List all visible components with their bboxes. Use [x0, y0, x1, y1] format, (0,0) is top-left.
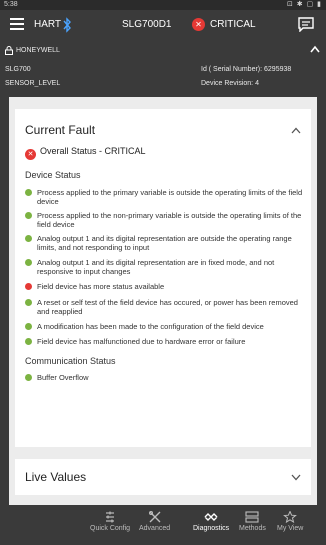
nav-label: Advanced — [139, 525, 171, 532]
current-fault-card: Current Fault ✕ Overall Status - CRITICAL… — [15, 109, 311, 447]
status-item: Buffer Overflow — [25, 373, 305, 382]
status-icons: ⊡ ✱ ▢ ▮ — [286, 1, 322, 8]
current-fault-title: Current Fault — [25, 123, 96, 137]
collapse-icon[interactable] — [310, 45, 320, 53]
check-icon — [25, 235, 32, 242]
chevron-down-icon[interactable] — [291, 474, 301, 481]
overall-status-text: Overall Status - CRITICAL — [40, 146, 146, 156]
nav-label: Methods — [239, 525, 266, 532]
device-status-heading: Device Status — [25, 170, 81, 180]
nav-label: Quick Config — [90, 525, 131, 532]
tools-icon — [148, 511, 161, 523]
critical-icon: ✕ — [25, 149, 36, 160]
star-icon — [283, 511, 298, 523]
status-bar: 5:38 ⊡ ✱ ▢ ▮ — [0, 0, 326, 10]
status-item: Field device has more status available — [25, 282, 305, 291]
vendor-name: HONEYWELL — [16, 47, 60, 54]
status-item: Process applied to the non-primary varia… — [25, 211, 305, 229]
live-values-card[interactable]: Live Values — [15, 459, 311, 495]
chat-icon[interactable] — [298, 17, 314, 32]
status-item: Process applied to the primary variable … — [25, 188, 305, 206]
status-item: Analog output 1 and its digital represen… — [25, 234, 305, 252]
check-icon — [25, 189, 32, 196]
status-item: Analog output 1 and its digital represen… — [25, 258, 305, 276]
status-time: 5:38 — [4, 1, 18, 8]
nav-advanced[interactable]: Advanced — [139, 511, 170, 532]
app-bar: HART SLG700D1 ✕ CRITICAL — [0, 10, 326, 42]
device-model: SLG700 — [5, 66, 31, 73]
menu-icon[interactable] — [10, 18, 24, 32]
check-icon — [25, 212, 32, 219]
device-revision: Device Revision: 4 — [201, 80, 259, 87]
status-item: A modification has been made to the conf… — [25, 322, 305, 331]
sliders-icon — [106, 511, 115, 523]
nav-methods[interactable]: Methods — [239, 511, 266, 532]
protocol-label: HART — [34, 19, 62, 30]
nav-my-view[interactable]: My View — [277, 511, 303, 532]
serial-number: Id ( Serial Number): 6295938 — [201, 66, 292, 73]
check-icon — [25, 338, 32, 345]
check-icon — [25, 323, 32, 330]
communication-status-heading: Communication Status — [25, 356, 116, 366]
nav-diagnostics[interactable]: Diagnostics — [193, 511, 229, 532]
critical-icon: ✕ — [192, 18, 205, 31]
device-info-panel: HONEYWELL SLG700 Id ( Serial Number): 62… — [0, 42, 326, 97]
bottom-navigation: Quick Config Advanced Diagnostics Method… — [0, 505, 326, 545]
main-content: Current Fault ✕ Overall Status - CRITICAL… — [9, 97, 317, 505]
device-tag: SLG700D1 — [122, 19, 172, 30]
bluetooth-icon — [63, 17, 71, 33]
chevron-up-icon[interactable] — [291, 127, 301, 134]
overall-status: ✕ Overall Status - CRITICAL — [25, 146, 146, 160]
live-values-title: Live Values — [25, 470, 87, 484]
check-icon — [25, 299, 32, 306]
nav-label: My View — [277, 525, 304, 532]
check-icon — [25, 374, 32, 381]
list-icon — [245, 511, 259, 523]
nav-quick-config[interactable]: Quick Config — [90, 511, 130, 532]
status-item: Field device has malfunctioned due to ha… — [25, 337, 305, 346]
diagnostics-icon — [204, 513, 218, 521]
check-icon — [25, 259, 32, 266]
device-type: SENSOR_LEVEL — [5, 80, 61, 87]
status-item: A reset or self test of the field device… — [25, 298, 305, 316]
error-icon — [25, 283, 32, 290]
device-status-label: CRITICAL — [210, 19, 256, 30]
nav-label: Diagnostics — [193, 525, 230, 532]
lock-icon — [5, 46, 13, 55]
